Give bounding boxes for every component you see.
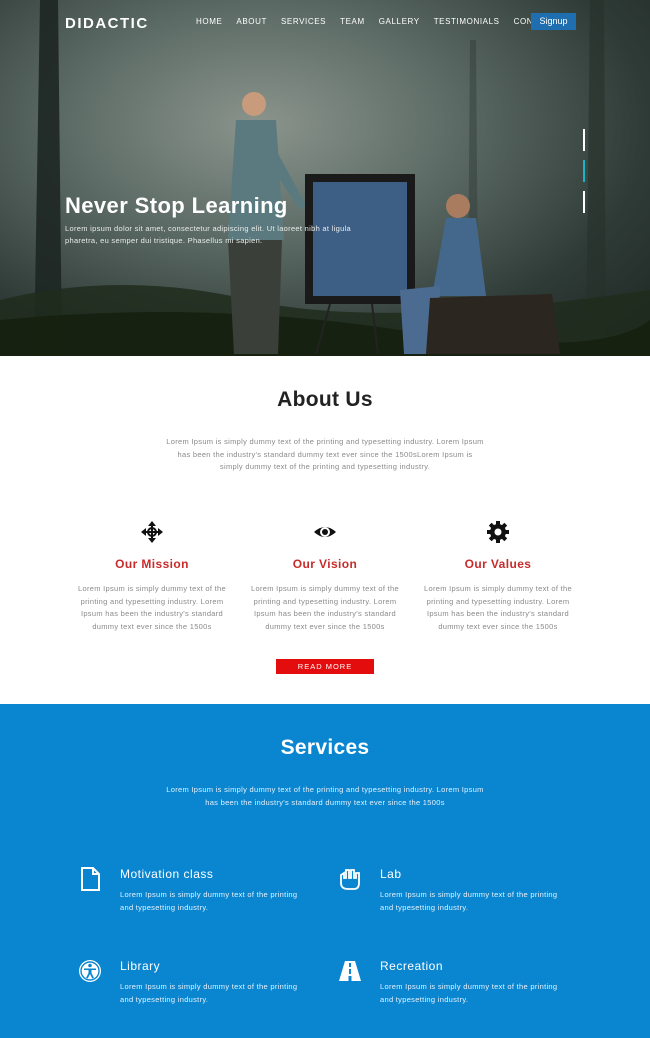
- service-library: Library Lorem Ipsum is simply dummy text…: [78, 959, 318, 1011]
- vision-text: Lorem Ipsum is simply dummy text of the …: [251, 584, 399, 631]
- nav-about[interactable]: ABOUT: [236, 17, 267, 26]
- road-icon: [339, 961, 361, 981]
- move-arrows-icon: [141, 521, 163, 543]
- document-icon: [81, 867, 100, 891]
- values-title: Our Values: [464, 557, 532, 571]
- read-more-button[interactable]: READ MORE: [276, 659, 374, 674]
- services-section: Services Lorem Ipsum is simply dummy tex…: [0, 704, 650, 1038]
- hero-section: DIDACTIC HOME ABOUT SERVICES TEAM GALLER…: [0, 0, 650, 356]
- nav-gallery[interactable]: GALLERY: [379, 17, 420, 26]
- hero-text: Lorem ipsum dolor sit amet, consectetur …: [65, 224, 351, 245]
- slide-dot-1[interactable]: [583, 129, 585, 151]
- slide-dot-2[interactable]: [583, 160, 585, 182]
- site-logo[interactable]: DIDACTIC: [65, 15, 149, 32]
- nav-home[interactable]: HOME: [196, 17, 222, 26]
- hero-background-image: [0, 0, 650, 356]
- hero-title: Never Stop Learning: [65, 193, 288, 218]
- values-text: Lorem Ipsum is simply dummy text of the …: [424, 584, 572, 631]
- about-title: About Us: [277, 388, 373, 411]
- services-title: Services: [280, 736, 370, 759]
- service-recreation-title: Recreation: [380, 959, 444, 973]
- about-intro: Lorem Ipsum is simply dummy text of the …: [166, 437, 484, 471]
- mission-column: Our Mission Lorem Ipsum is simply dummy …: [72, 520, 232, 633]
- nav-team[interactable]: TEAM: [340, 17, 365, 26]
- mission-title: Our Mission: [115, 557, 189, 571]
- slider-indicator: [583, 129, 586, 213]
- nav-services[interactable]: SERVICES: [281, 17, 326, 26]
- service-recreation-text: Lorem Ipsum is simply dummy text of the …: [380, 982, 558, 1004]
- service-motivation-title: Motivation class: [120, 867, 214, 881]
- nav-testimonials[interactable]: TESTIMONIALS: [434, 17, 500, 26]
- signup-button[interactable]: Signup: [531, 13, 576, 30]
- about-section: About Us Lorem Ipsum is simply dummy tex…: [0, 356, 650, 704]
- eye-icon: [314, 527, 336, 537]
- gear-icon: [487, 521, 509, 543]
- vision-column: Our Vision Lorem Ipsum is simply dummy t…: [245, 520, 405, 633]
- service-lab: Lab Lorem Ipsum is simply dummy text of …: [338, 867, 578, 919]
- vision-title: Our Vision: [292, 557, 358, 571]
- main-menu: HOME ABOUT SERVICES TEAM GALLERY TESTIMO…: [196, 17, 570, 26]
- mission-text: Lorem Ipsum is simply dummy text of the …: [78, 584, 226, 631]
- slide-dot-3[interactable]: [583, 191, 585, 213]
- service-recreation: Recreation Lorem Ipsum is simply dummy t…: [338, 959, 578, 1011]
- accessibility-icon: [79, 960, 101, 982]
- service-lab-text: Lorem Ipsum is simply dummy text of the …: [380, 890, 558, 912]
- values-column: Our Values Lorem Ipsum is simply dummy t…: [418, 520, 578, 633]
- services-intro: Lorem Ipsum is simply dummy text of the …: [166, 785, 484, 807]
- top-navigation: DIDACTIC HOME ABOUT SERVICES TEAM GALLER…: [0, 0, 650, 46]
- service-lab-title: Lab: [380, 867, 402, 881]
- glove-icon: [340, 869, 360, 890]
- service-library-text: Lorem Ipsum is simply dummy text of the …: [120, 982, 298, 1004]
- service-library-title: Library: [120, 959, 161, 973]
- service-motivation: Motivation class Lorem Ipsum is simply d…: [78, 867, 318, 919]
- service-motivation-text: Lorem Ipsum is simply dummy text of the …: [120, 890, 298, 912]
